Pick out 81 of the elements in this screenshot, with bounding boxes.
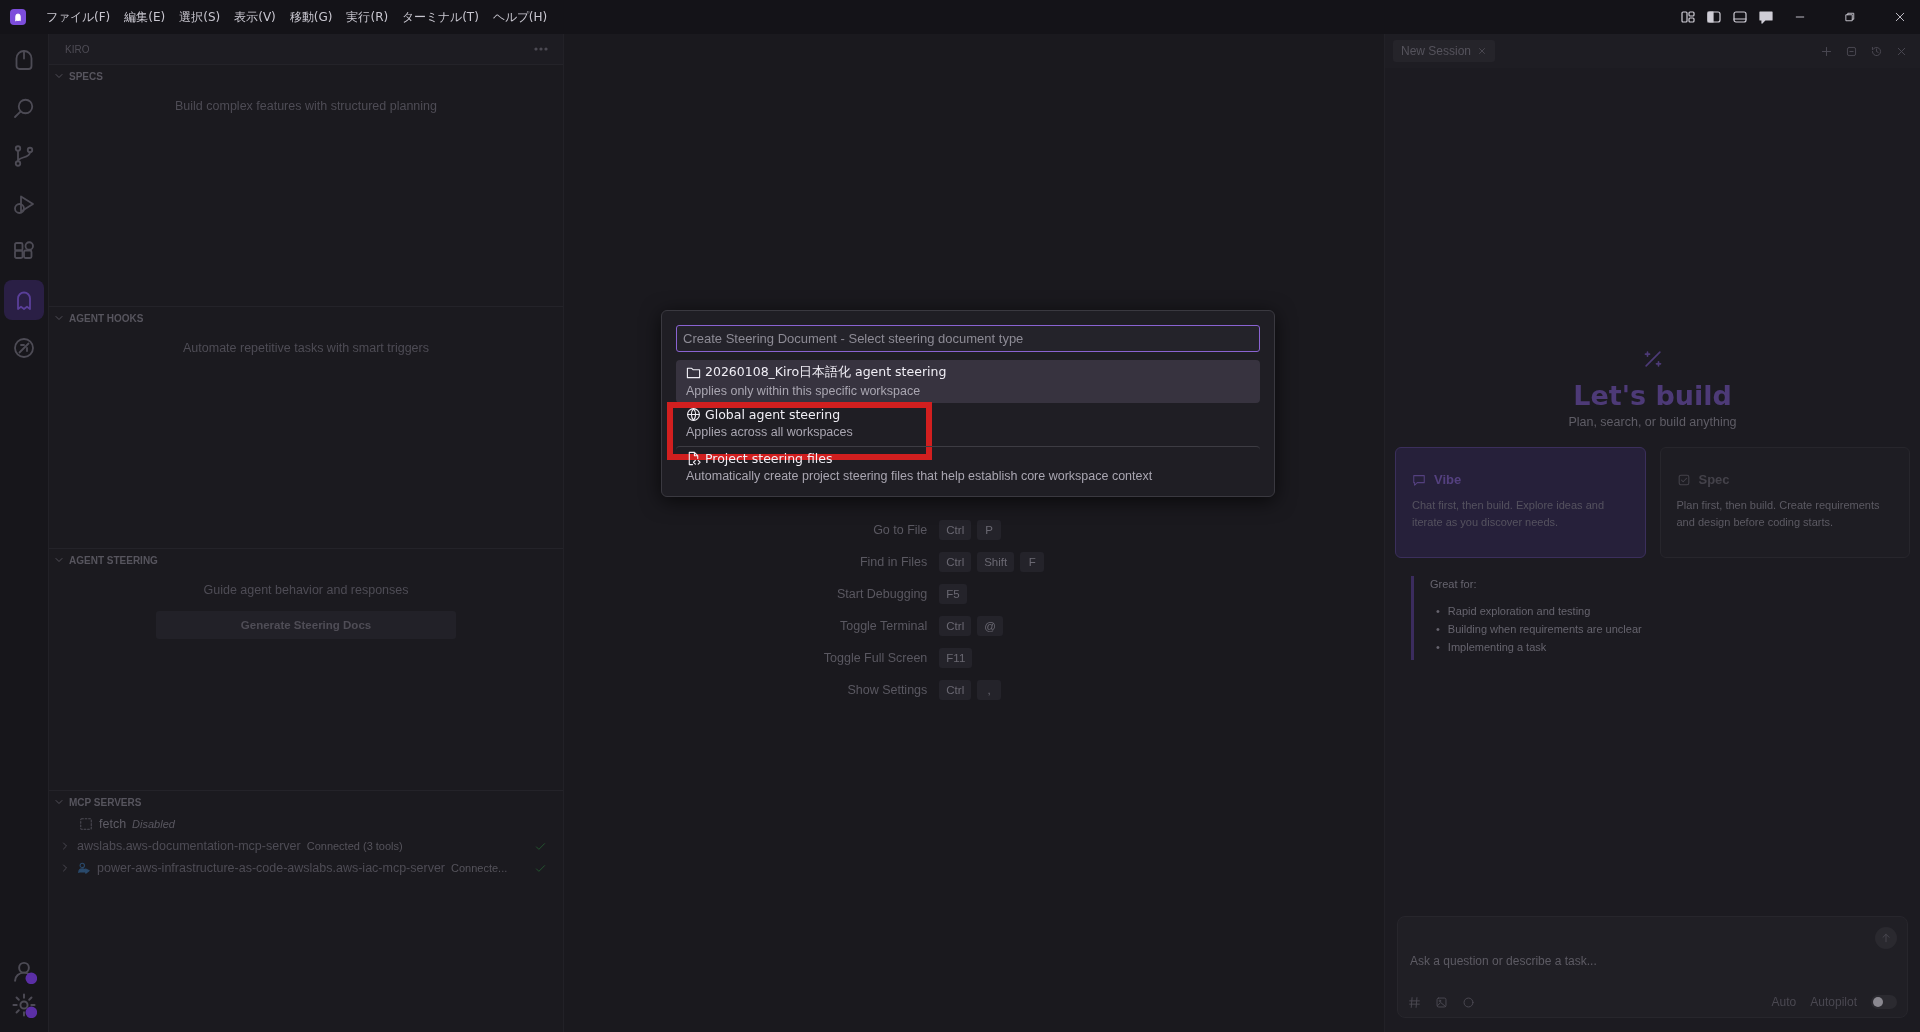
shortcut-label: Go to File	[873, 523, 928, 537]
menu-item[interactable]: ファイル(F)	[40, 4, 117, 30]
great-for-item: Building when requirements are unclear	[1447, 622, 1642, 637]
search-icon	[12, 96, 36, 120]
shortcut-label: Show Settings	[847, 683, 928, 697]
key-cap: Ctrl	[939, 616, 972, 636]
server-status: Disabled	[132, 818, 176, 830]
key-cap: F	[1020, 552, 1045, 572]
branches-icon	[12, 144, 36, 168]
code-icon	[686, 451, 701, 466]
globe-icon	[686, 407, 701, 422]
server-status: Connected (3 tools)	[306, 840, 404, 852]
section-header[interactable]: AGENT STEERING	[49, 549, 563, 571]
heading: Let's build	[1573, 380, 1732, 411]
window-icon[interactable]	[1845, 44, 1858, 58]
item-label: 20260108_Kiro日本語化 agent steering	[705, 364, 947, 381]
sidebar-toggle-icon[interactable]	[1706, 9, 1722, 25]
close-icon[interactable]	[1894, 11, 1906, 23]
hash-icon[interactable]	[1408, 995, 1421, 1009]
shortcut-label: Toggle Terminal	[840, 619, 928, 633]
image-icon[interactable]	[1435, 995, 1448, 1009]
key-cap: Ctrl	[939, 520, 972, 540]
section-header[interactable]: AGENT HOOKS	[49, 307, 563, 329]
panel-toggle-icon[interactable]	[1732, 9, 1748, 25]
plug-icon	[79, 817, 93, 831]
menu-item[interactable]: 選択(S)	[173, 4, 227, 30]
section-header[interactable]: MCP SERVERS	[49, 791, 563, 813]
layout-icon[interactable]	[1680, 9, 1696, 25]
section-title: AGENT STEERING	[69, 554, 158, 566]
server-status: Connecte...	[451, 862, 509, 874]
bullet: •	[1436, 604, 1440, 619]
spec-icon	[1676, 472, 1691, 487]
picker-item[interactable]: Global agent steering Applies across all workspaces	[676, 403, 1260, 444]
chat-icon	[1412, 472, 1426, 487]
menu-item[interactable]: ヘルプ(H)	[486, 4, 554, 30]
history-icon[interactable]	[1870, 44, 1883, 58]
item-description: Automatically create project steering files that help establish core workspace context	[686, 469, 1154, 483]
autopilot-toggle[interactable]	[1871, 995, 1897, 1009]
menu-item[interactable]: 実行(R)	[340, 4, 395, 30]
great-for-item: Rapid exploration and testing	[1447, 604, 1591, 619]
settings-icon[interactable]	[11, 992, 37, 1018]
section-title: SPECS	[69, 70, 103, 82]
key-cap: F11	[939, 648, 973, 668]
restore-icon[interactable]	[1844, 11, 1856, 23]
shortcut-label: Start Debugging	[836, 587, 928, 601]
server-name: fetch	[99, 817, 127, 831]
mode-description: Plan first, then build. Create requirements and design before coding starts.	[1676, 498, 1881, 530]
shortcut-label: Toggle Full Screen	[823, 651, 928, 665]
arrow-up-icon	[1880, 932, 1892, 944]
key-cap: P	[977, 520, 1002, 540]
folder-icon	[686, 365, 701, 380]
circle-icon[interactable]	[1462, 995, 1475, 1009]
search-field[interactable]: Create Steering Document - Select steering document type	[676, 325, 1260, 352]
add-icon[interactable]	[1820, 44, 1833, 58]
item-description: Applies across all workspaces	[686, 425, 854, 439]
send-button[interactable]	[1875, 927, 1897, 949]
bullet: •	[1436, 622, 1440, 637]
section-header[interactable]: SPECS	[49, 65, 563, 87]
key-cap: ,	[977, 680, 1002, 700]
section-title: AGENT HOOKS	[69, 312, 144, 324]
menu-item[interactable]: ターミナル(T)	[396, 4, 485, 30]
server-row[interactable]: fetch Disabled	[49, 813, 563, 835]
mode-title: Vibe	[1434, 472, 1462, 487]
section-title: MCP SERVERS	[69, 796, 142, 808]
menu-item[interactable]: 移動(G)	[283, 4, 339, 30]
activity-item[interactable]	[4, 280, 44, 320]
subheading: Plan, search, or build anything	[1568, 415, 1737, 429]
key-cap: Ctrl	[939, 552, 972, 572]
item-description: Applies only within this specific workspace	[686, 384, 922, 398]
key-cap: Shift	[977, 552, 1015, 572]
picker-item[interactable]: 20260108_Kiro日本語化 agent steering Applies only within this specific workspace	[676, 360, 1260, 403]
menu-item[interactable]: 表示(V)	[228, 4, 282, 30]
great-for-title: Great for:	[1430, 578, 1478, 590]
item-label: Global agent steering	[705, 407, 841, 422]
bullet: •	[1436, 640, 1440, 655]
menu-item[interactable]: 編集(E)	[118, 4, 172, 30]
key-cap: Ctrl	[939, 680, 972, 700]
great-for-item: Implementing a task	[1447, 640, 1547, 655]
key-cap: F5	[939, 584, 967, 604]
chat-icon[interactable]	[1758, 9, 1774, 25]
key-cap: @	[977, 616, 1003, 636]
